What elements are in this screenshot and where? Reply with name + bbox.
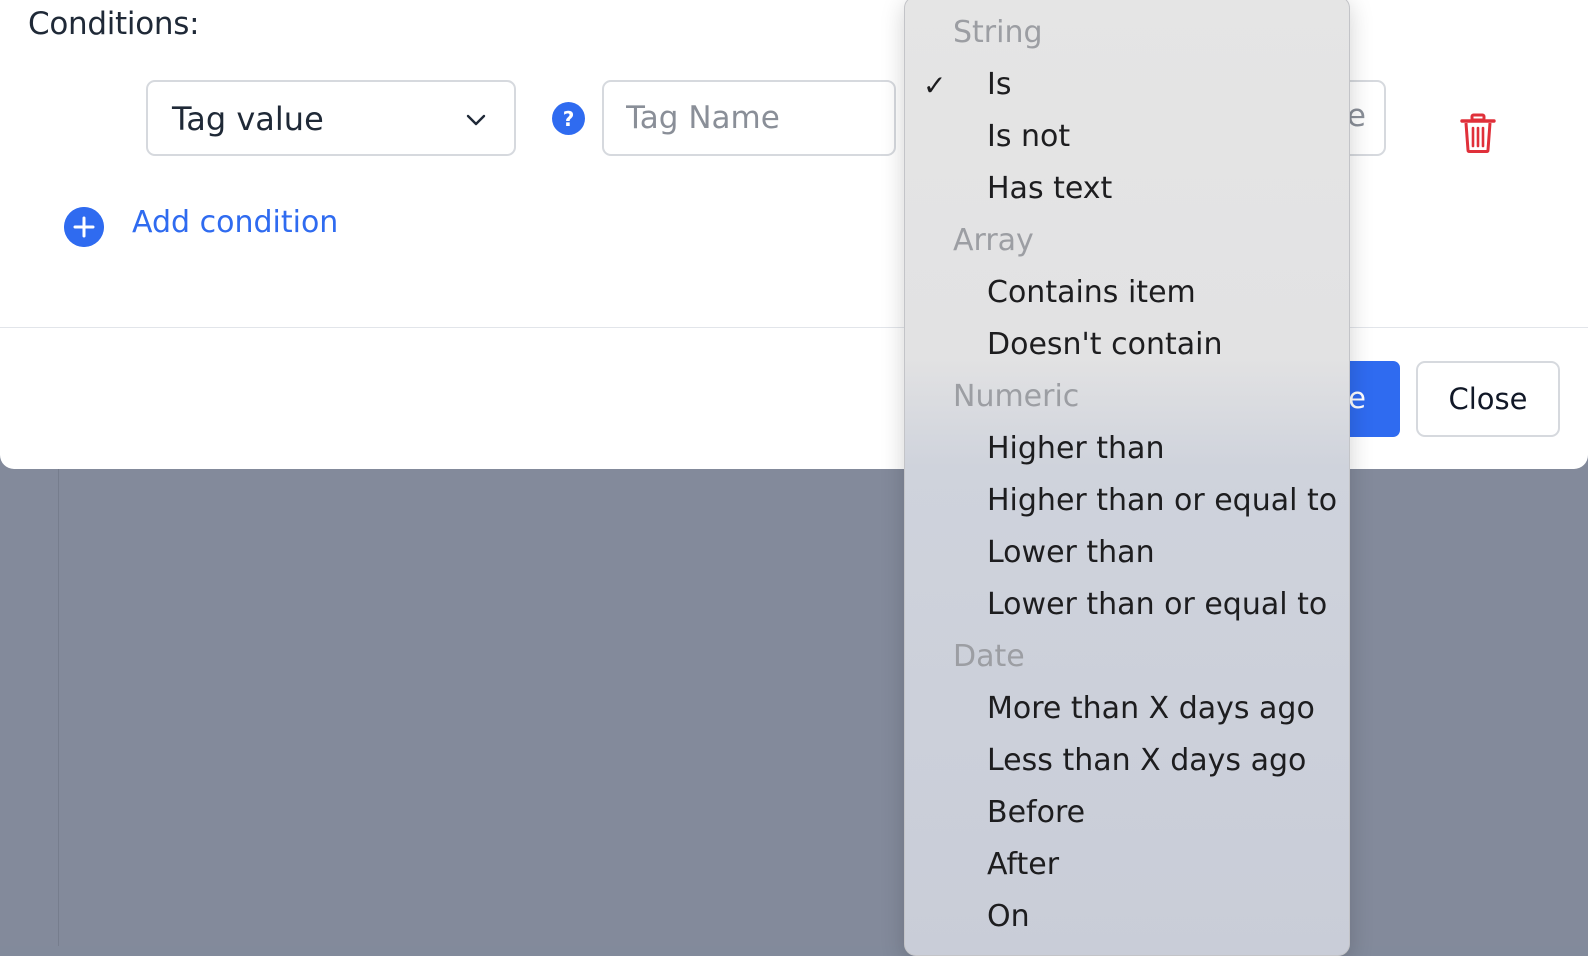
option-higher-than-or-equal[interactable]: Higher than or equal to [987, 483, 1337, 518]
close-button[interactable]: Close [1416, 361, 1560, 437]
option-lower-than-or-equal[interactable]: Lower than or equal to [987, 587, 1327, 622]
condition-field-select[interactable]: Tag value [146, 80, 516, 156]
option-after[interactable]: After [987, 847, 1059, 882]
group-label-array: Array [953, 223, 1034, 258]
option-contains-item[interactable]: Contains item [987, 275, 1196, 310]
option-on[interactable]: On [987, 899, 1030, 934]
option-is-not[interactable]: Is not [987, 119, 1070, 154]
option-higher-than[interactable]: Higher than [987, 431, 1164, 466]
option-lower-than[interactable]: Lower than [987, 535, 1155, 570]
condition-field-select-value: Tag value [172, 100, 324, 138]
add-condition-button[interactable]: Add condition [132, 205, 338, 240]
plus-circle-icon[interactable] [64, 207, 104, 247]
option-doesnt-contain[interactable]: Doesn't contain [987, 327, 1222, 362]
option-has-text[interactable]: Has text [987, 171, 1112, 206]
backdrop-divider [58, 462, 59, 946]
conditions-title: Conditions: [28, 6, 200, 42]
option-before[interactable]: Before [987, 795, 1085, 830]
group-label-date: Date [953, 639, 1025, 674]
chevron-down-icon [466, 114, 486, 126]
tag-name-input[interactable] [626, 98, 876, 138]
operator-dropdown-menu: String ✓ Is Is not Has text Array Contai… [904, 0, 1350, 956]
primary-action-label: e [1348, 381, 1366, 415]
option-less-than-x-days-ago[interactable]: Less than X days ago [987, 743, 1306, 778]
group-label-string: String [953, 15, 1043, 50]
checkmark-icon: ✓ [923, 69, 947, 102]
option-more-than-x-days-ago[interactable]: More than X days ago [987, 691, 1315, 726]
tag-name-input-wrapper[interactable] [602, 80, 896, 156]
group-label-numeric: Numeric [953, 379, 1080, 414]
trash-icon[interactable] [1460, 113, 1496, 153]
question-circle-icon[interactable]: ? [552, 102, 585, 135]
option-is[interactable]: Is [987, 67, 1011, 102]
